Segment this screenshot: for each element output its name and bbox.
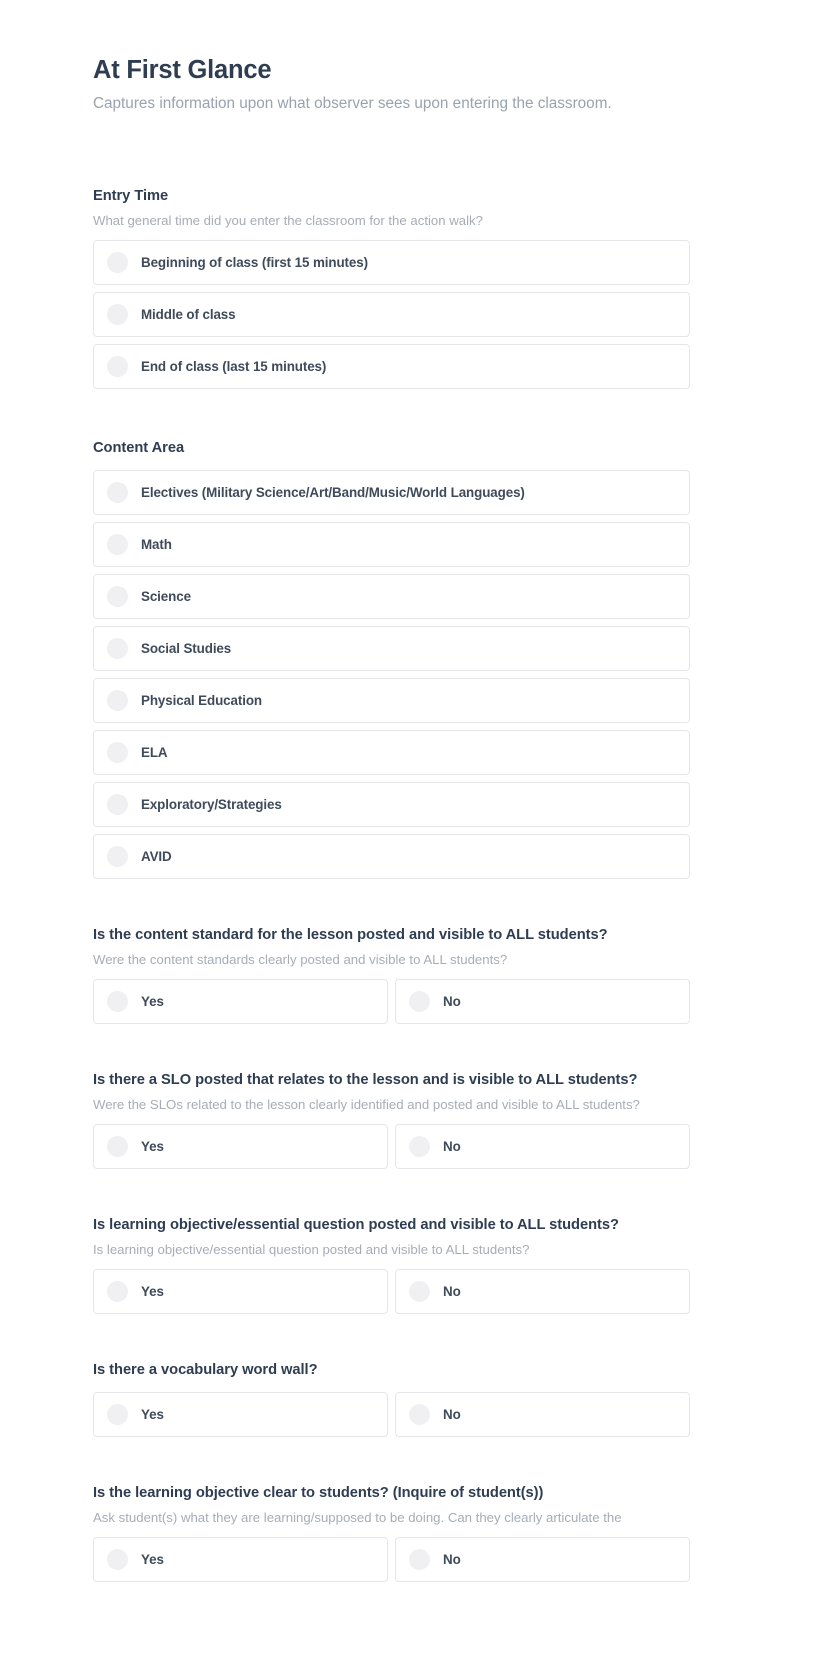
radio-icon[interactable] — [107, 534, 128, 556]
option-yes[interactable]: Yes — [93, 979, 388, 1025]
option-no[interactable]: No — [395, 1124, 690, 1170]
option-label: Exploratory/Strategies — [141, 796, 282, 812]
option-label: Electives (Military Science/Art/Band/Mus… — [141, 484, 525, 500]
radio-icon[interactable] — [107, 794, 128, 816]
option-no[interactable]: No — [395, 1269, 690, 1315]
question-title: Content Area — [93, 440, 185, 457]
option-no[interactable]: No — [395, 1536, 690, 1582]
radio-icon[interactable] — [107, 991, 128, 1013]
question-title: Entry Time — [93, 188, 169, 205]
question-entry-time: Entry Time What general time did you ent… — [93, 187, 690, 390]
question-help-text: What general time did you enter the clas… — [93, 213, 483, 229]
option-list: Yes No — [93, 1391, 690, 1437]
question-content-area: Content Area Electives (Military Science… — [93, 439, 690, 880]
page-subtitle: Captures information upon what observer … — [93, 94, 612, 112]
page-title: At First Glance — [93, 56, 272, 84]
option-label: Yes — [141, 1406, 164, 1422]
radio-icon[interactable] — [409, 1136, 430, 1158]
question-help-text: Is learning objective/essential question… — [93, 1241, 530, 1257]
radio-icon[interactable] — [107, 1136, 128, 1158]
option-label: Science — [141, 588, 191, 604]
radio-icon[interactable] — [409, 1403, 430, 1425]
question-title: Is the content standard for the lesson p… — [93, 927, 608, 944]
option-no[interactable]: No — [395, 979, 690, 1025]
question-content-standard-posted: Is the content standard for the lesson p… — [93, 926, 690, 1025]
option-end-of-class[interactable]: End of class (last 15 minutes) — [93, 344, 690, 390]
option-yes[interactable]: Yes — [93, 1269, 388, 1315]
option-yes[interactable]: Yes — [93, 1124, 388, 1170]
question-help-text: Were the content standards clearly poste… — [93, 951, 508, 967]
question-slo-posted: Is there a SLO posted that relates to th… — [93, 1071, 690, 1170]
radio-icon[interactable] — [107, 1548, 128, 1570]
option-middle-of-class[interactable]: Middle of class — [93, 292, 690, 338]
option-list: Yes No — [93, 1269, 690, 1315]
option-physical-education[interactable]: Physical Education — [93, 678, 690, 724]
radio-icon[interactable] — [107, 252, 128, 274]
option-list: Yes No — [93, 979, 690, 1025]
option-label: No — [443, 1551, 461, 1567]
option-label: No — [443, 1283, 461, 1299]
radio-icon[interactable] — [107, 742, 128, 764]
form-page: At First Glance Captures information upo… — [0, 0, 840, 1680]
question-title: Is there a vocabulary word wall? — [93, 1362, 318, 1379]
radio-icon[interactable] — [107, 638, 128, 660]
option-label: ELA — [141, 744, 168, 760]
question-title: Is there a SLO posted that relates to th… — [93, 1072, 638, 1089]
question-learning-objective-clear: Is the learning objective clear to stude… — [93, 1484, 690, 1582]
radio-icon[interactable] — [409, 991, 430, 1013]
option-math[interactable]: Math — [93, 522, 690, 568]
option-label: Social Studies — [141, 640, 232, 656]
question-title: Is the learning objective clear to stude… — [93, 1484, 544, 1501]
radio-icon[interactable] — [107, 586, 128, 608]
option-label: No — [443, 1138, 461, 1154]
option-yes[interactable]: Yes — [93, 1391, 388, 1437]
option-yes[interactable]: Yes — [93, 1536, 388, 1582]
option-label: Yes — [141, 1283, 164, 1299]
option-label: Middle of class — [141, 307, 236, 323]
option-label: No — [443, 993, 461, 1009]
option-science[interactable]: Science — [93, 574, 690, 620]
radio-icon[interactable] — [409, 1548, 430, 1570]
option-exploratory-strategies[interactable]: Exploratory/Strategies — [93, 782, 690, 828]
radio-icon[interactable] — [107, 846, 128, 868]
radio-icon[interactable] — [107, 1281, 128, 1303]
option-label: Yes — [141, 993, 164, 1009]
question-title: Is learning objective/essential question… — [93, 1217, 619, 1234]
option-list: Yes No — [93, 1536, 690, 1582]
radio-icon[interactable] — [107, 356, 128, 378]
radio-icon[interactable] — [107, 304, 128, 326]
question-help-text: Ask student(s) what they are learning/su… — [93, 1509, 622, 1525]
option-label: Yes — [141, 1551, 164, 1567]
form-header: At First Glance Captures information upo… — [93, 55, 690, 114]
question-learning-objective-posted: Is learning objective/essential question… — [93, 1216, 690, 1315]
radio-icon[interactable] — [409, 1281, 430, 1303]
option-electives[interactable]: Electives (Military Science/Art/Band/Mus… — [93, 470, 690, 516]
radio-icon[interactable] — [107, 482, 128, 504]
option-avid[interactable]: AVID — [93, 834, 690, 880]
option-label: Beginning of class (first 15 minutes) — [141, 255, 368, 271]
option-label: Math — [141, 536, 172, 552]
question-vocabulary-word-wall: Is there a vocabulary word wall? Yes No — [93, 1361, 690, 1437]
option-list: Yes No — [93, 1124, 690, 1170]
option-ela[interactable]: ELA — [93, 730, 690, 776]
option-list: Electives (Military Science/Art/Band/Mus… — [93, 470, 690, 880]
option-social-studies[interactable]: Social Studies — [93, 626, 690, 672]
option-no[interactable]: No — [395, 1391, 690, 1437]
question-help-text: Were the SLOs related to the lesson clea… — [93, 1096, 640, 1112]
option-label: No — [443, 1406, 461, 1422]
option-label: Physical Education — [141, 692, 262, 708]
option-label: End of class (last 15 minutes) — [141, 359, 327, 375]
option-label: AVID — [141, 848, 172, 864]
radio-icon[interactable] — [107, 1403, 128, 1425]
option-label: Yes — [141, 1138, 164, 1154]
option-beginning-of-class[interactable]: Beginning of class (first 15 minutes) — [93, 240, 690, 286]
option-list: Beginning of class (first 15 minutes) Mi… — [93, 240, 690, 390]
radio-icon[interactable] — [107, 690, 128, 712]
